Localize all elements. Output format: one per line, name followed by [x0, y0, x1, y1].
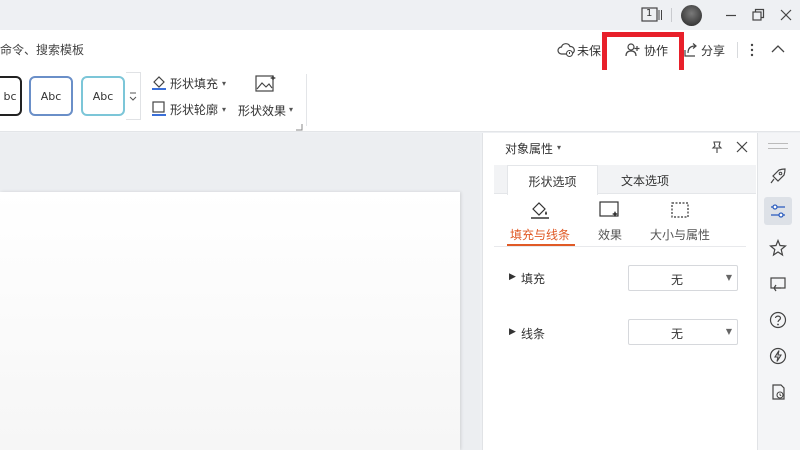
avatar[interactable] — [681, 5, 702, 26]
section-fill-label[interactable]: 填充 — [521, 270, 545, 287]
chevron-down-icon: ▼ — [725, 327, 732, 336]
shape-style-1[interactable]: bc — [0, 76, 22, 116]
unsaved-status[interactable]: 未保 — [577, 42, 601, 59]
chevron-down-icon[interactable]: ▾ — [289, 105, 293, 114]
style-gallery-scroll[interactable] — [126, 72, 141, 120]
sidebar-grip — [768, 143, 788, 149]
size-properties-icon[interactable] — [669, 200, 691, 220]
shape-outline-icon[interactable] — [151, 100, 167, 116]
subtab-size-properties[interactable]: 大小与属性 — [650, 226, 710, 243]
backup-icon[interactable] — [764, 378, 792, 406]
shape-fill-button[interactable]: 形状填充 — [170, 75, 218, 92]
line-dropdown-value: 无 — [670, 327, 683, 341]
collapse-ribbon-icon[interactable] — [770, 43, 786, 55]
panel-title[interactable]: 对象属性 — [505, 140, 553, 157]
star-icon[interactable] — [764, 234, 792, 262]
close-icon[interactable] — [779, 8, 793, 22]
shape-effect-icon[interactable] — [254, 73, 278, 95]
chevron-down-icon[interactable]: ▾ — [222, 79, 226, 88]
share-button[interactable]: 分享 — [701, 42, 725, 59]
divider — [494, 246, 746, 247]
fill-dropdown-value: 无 — [670, 273, 683, 287]
collaborate-button[interactable]: 协作 — [644, 42, 668, 59]
shape-effect-button[interactable]: 形状效果 — [238, 102, 286, 119]
more-icon[interactable] — [745, 41, 759, 59]
tab-text-options[interactable]: 文本选项 — [600, 165, 690, 194]
expand-fill-icon[interactable]: ▶ — [509, 272, 516, 282]
fill-dropdown[interactable]: 无 ▼ — [628, 265, 738, 291]
window-count-icon[interactable]: 1 — [641, 7, 663, 23]
shape-style-3-label: Abc — [92, 89, 114, 103]
shape-fill-icon[interactable] — [151, 74, 167, 90]
line-dropdown[interactable]: 无 ▼ — [628, 319, 738, 345]
share-icon[interactable] — [683, 42, 699, 58]
help-icon[interactable] — [764, 306, 792, 334]
expand-line-icon[interactable]: ▶ — [509, 327, 516, 337]
tab-shape-options-label: 形状选项 — [528, 175, 577, 189]
title-bar — [0, 0, 800, 30]
panel-close-icon[interactable] — [735, 140, 749, 154]
search-input[interactable]: 命令、搜索模板 — [0, 41, 84, 58]
separator — [671, 8, 672, 22]
pin-icon[interactable] — [710, 140, 724, 154]
chevron-down-icon[interactable]: ▾ — [557, 143, 561, 152]
dialog-launcher-icon[interactable] — [295, 120, 303, 131]
effect-icon[interactable] — [598, 200, 622, 220]
subtab-fill-line[interactable]: 填充与线条 — [510, 226, 570, 243]
cloud-icon — [557, 42, 575, 58]
shape-outline-button[interactable]: 形状轮廓 — [170, 101, 218, 118]
shape-style-2-label: Abc — [40, 89, 62, 103]
tab-shape-options[interactable]: 形状选项 — [507, 165, 598, 195]
restore-icon[interactable] — [751, 8, 765, 22]
tab-text-options-label: 文本选项 — [620, 174, 669, 188]
separator — [737, 42, 738, 58]
shape-style-2[interactable]: Abc — [29, 76, 73, 116]
chevron-down-icon[interactable]: ▾ — [222, 105, 226, 114]
adjust-properties-icon[interactable] — [764, 197, 792, 225]
lightning-icon[interactable] — [764, 342, 792, 370]
section-line-label[interactable]: 线条 — [521, 325, 545, 342]
chevron-down-icon: ▼ — [725, 273, 732, 282]
collaborate-icon[interactable] — [625, 42, 641, 58]
window-count-badge: 1 — [646, 8, 653, 19]
minimize-icon[interactable] — [724, 8, 738, 22]
slide[interactable] — [0, 192, 460, 450]
subtab-effect[interactable]: 效果 — [598, 226, 622, 243]
transition-icon[interactable] — [764, 270, 792, 298]
rocket-icon[interactable] — [764, 162, 792, 190]
separator — [306, 74, 307, 126]
shape-style-3[interactable]: Abc — [81, 76, 125, 116]
fill-line-icon[interactable] — [529, 200, 551, 220]
shape-style-1-label: bc — [3, 89, 17, 103]
